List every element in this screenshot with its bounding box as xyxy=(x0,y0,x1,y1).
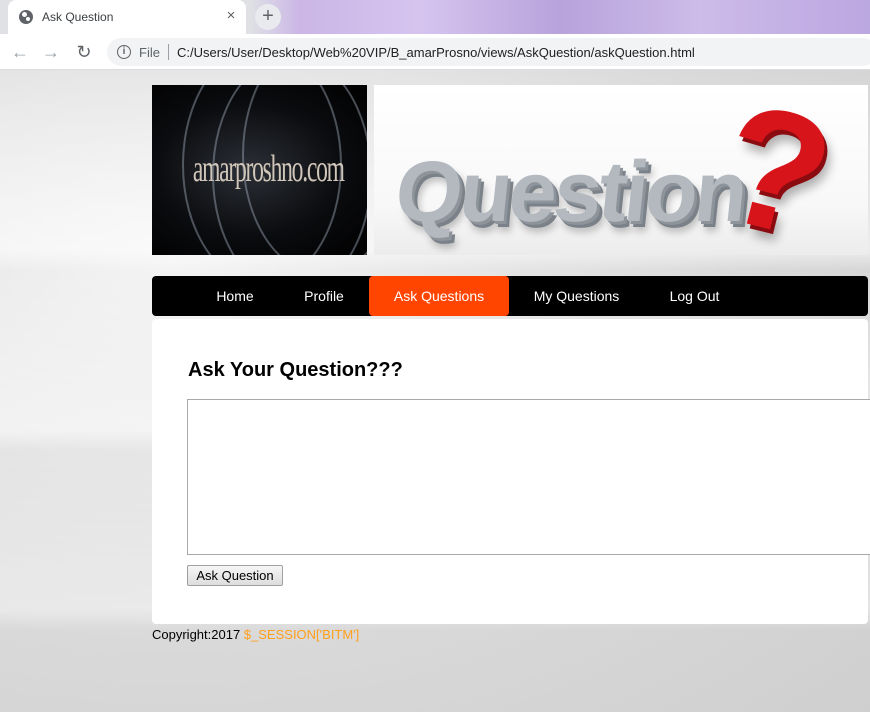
info-icon[interactable]: i xyxy=(117,45,131,59)
browser-toolbar: ← → ↻ i File C:/Users/User/Desktop/Web%2… xyxy=(0,34,870,70)
nav-ask-questions[interactable]: Ask Questions xyxy=(369,276,509,316)
address-bar[interactable]: i File C:/Users/User/Desktop/Web%20VIP/B… xyxy=(107,38,870,66)
banner-word: Question xyxy=(391,144,750,240)
page-title: Ask Your Question??? xyxy=(188,359,403,381)
main-nav: Home Profile Ask Questions My Questions … xyxy=(152,276,868,316)
copyright-text: Copyright:2017 xyxy=(152,627,241,642)
address-divider xyxy=(168,44,169,60)
question-mark-icon: ? xyxy=(702,85,850,255)
nav-my-questions[interactable]: My Questions xyxy=(524,276,629,316)
close-icon[interactable]: × xyxy=(222,7,240,25)
tab-title: Ask Question xyxy=(42,10,114,24)
session-text: $_SESSION['BITM'] xyxy=(243,627,360,642)
browser-tab-strip: Ask Question × + xyxy=(0,0,870,34)
question-textarea[interactable] xyxy=(187,399,870,555)
site-logo: amarproshno.com xyxy=(152,85,367,255)
scheme-label: File xyxy=(139,45,160,60)
question-banner-image: Question ? xyxy=(374,85,868,255)
nav-profile[interactable]: Profile xyxy=(288,276,360,316)
reload-icon[interactable]: ↻ xyxy=(73,41,95,63)
browser-tab[interactable]: Ask Question × xyxy=(8,0,246,34)
new-tab-button[interactable]: + xyxy=(255,4,281,30)
globe-icon xyxy=(19,10,33,24)
page-body: amarproshno.com Question ? Home Profile … xyxy=(0,70,870,712)
back-arrow-icon[interactable]: ← xyxy=(9,41,31,63)
forward-arrow-icon[interactable]: → xyxy=(40,41,62,63)
nav-home[interactable]: Home xyxy=(198,276,272,316)
nav-log-out[interactable]: Log Out xyxy=(657,276,732,316)
ask-question-button[interactable]: Ask Question xyxy=(187,565,283,586)
logo-text: amarproshno.com xyxy=(192,148,345,190)
ask-question-panel: Ask Your Question??? Ask Question xyxy=(152,319,870,624)
footer: Copyright:2017 $_SESSION['BITM'] xyxy=(152,627,359,642)
url-text[interactable]: C:/Users/User/Desktop/Web%20VIP/B_amarPr… xyxy=(177,45,695,60)
